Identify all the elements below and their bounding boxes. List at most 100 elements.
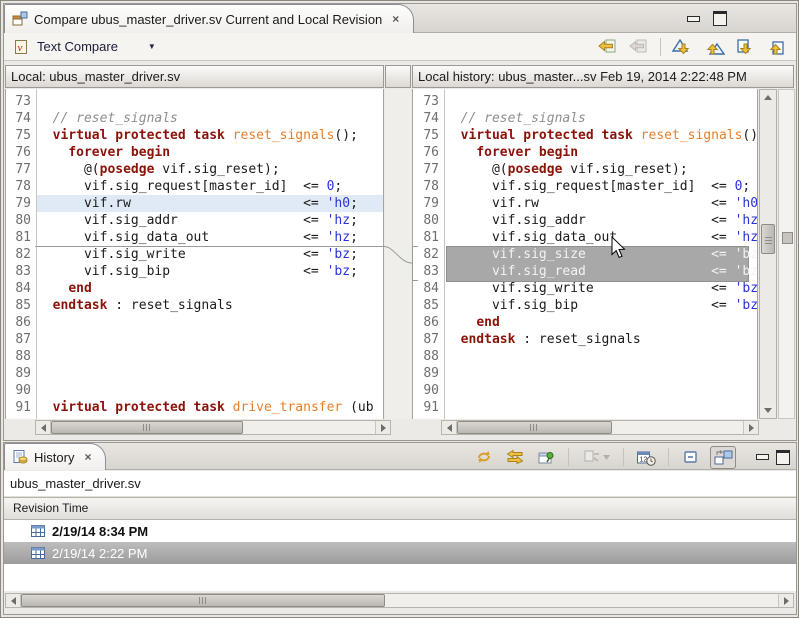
code-line[interactable]: @(posedge vif.sig_reset); [445,161,757,178]
code-area[interactable]: // reset_signals virtual protected task … [37,89,383,419]
code-line[interactable]: vif.sig_data_out <= 'hz; [37,229,383,246]
code-line[interactable] [37,331,383,348]
scrollbar-track[interactable] [51,421,375,434]
scroll-left-button[interactable] [6,594,21,607]
code-line[interactable]: forever begin [445,144,757,161]
vertical-scrollbar-thumb[interactable] [761,224,775,254]
code-line[interactable]: endtask : reset_signals [445,331,757,348]
code-line[interactable] [445,382,757,399]
refresh-icon [475,449,493,465]
refresh-button[interactable] [472,447,496,468]
copy-all-right-to-left-button[interactable] [595,36,619,57]
code-line[interactable]: vif.sig_bip <= 'bz; [37,263,383,280]
collapse-all-button[interactable] [679,447,703,468]
code-line[interactable] [37,93,383,110]
history-revision-row[interactable]: 2/19/14 2:22 PM [4,542,796,564]
left-code-pane[interactable]: 73747576777879808182838485868788899091 /… [5,89,384,419]
code-line[interactable]: vif.sig_addr <= 'hz; [37,212,383,229]
code-line[interactable]: virtual protected task reset_signals(); [445,127,757,144]
thumb-grip [765,235,772,244]
code-token: forever begin [476,145,578,160]
diff-marker[interactable] [782,232,793,244]
code-line[interactable]: vif.sig_request[master_id] <= 0; [37,178,383,195]
code-line[interactable]: vif.sig_write <= 'bz; [445,280,757,297]
code-line[interactable] [37,382,383,399]
horizontal-scrollbar-thumb[interactable] [51,421,243,434]
scroll-left-button[interactable] [36,421,51,434]
gutter-header [385,65,411,88]
maximize-icon[interactable] [713,11,727,26]
link-with-editor-button[interactable] [503,447,527,468]
right-horizontal-scrollbar[interactable] [441,420,759,435]
previous-difference-button[interactable] [702,36,726,57]
code-line[interactable]: vif.sig_request[master_id] <= 0; [445,178,757,195]
left-horizontal-scrollbar[interactable] [35,420,391,435]
scroll-right-button[interactable] [778,594,793,607]
maximize-icon[interactable] [776,450,790,465]
code-line[interactable]: vif.sig_addr <= 'hz; [445,212,757,229]
minimize-icon[interactable] [756,454,769,460]
code-line[interactable] [445,348,757,365]
line-number: 85 [413,297,444,314]
code-line[interactable]: end [37,280,383,297]
history-tab[interactable]: History × [4,443,106,470]
code-line[interactable]: vif.sig_bip <= 'bz; [445,297,757,314]
code-line[interactable]: vif.rw <= 'h0; [445,195,757,212]
group-revisions-button[interactable] [710,446,736,469]
code-line[interactable]: vif.sig_read <= 'bz; [445,263,757,280]
column-header-revision-time[interactable]: Revision Time [4,497,796,520]
code-line[interactable]: virtual protected task reset_signals(); [37,127,383,144]
code-line[interactable] [37,365,383,382]
close-icon[interactable]: × [392,12,399,26]
code-token: vif.sig_addr <= [445,213,735,228]
code-line[interactable] [37,348,383,365]
minimize-icon[interactable] [687,16,700,22]
scroll-right-button[interactable] [375,421,390,434]
vertical-scrollbar[interactable] [759,89,777,419]
scrollbar-track[interactable] [21,594,778,607]
code-line[interactable] [37,314,383,331]
code-line[interactable]: virtual protected task drive_transfer (u… [37,399,383,416]
code-line[interactable]: end [445,314,757,331]
code-line[interactable]: vif.sig_write <= 'bz; [37,246,383,263]
code-token [37,145,68,160]
code-area[interactable]: // reset_signals virtual protected task … [445,89,757,419]
horizontal-scrollbar-thumb[interactable] [457,421,612,434]
code-line[interactable]: vif.rw <= 'h0; [37,195,383,212]
line-number: 80 [413,212,444,229]
close-icon[interactable]: × [84,450,91,464]
next-difference-button[interactable] [671,36,695,57]
scroll-left-button[interactable] [442,421,457,434]
next-change-button[interactable] [733,36,757,57]
overview-ruler[interactable] [778,89,795,419]
code-line[interactable]: endtask : reset_signals [37,297,383,314]
show-time-date-button[interactable]: 12 [634,447,658,468]
code-line[interactable]: vif.sig_data_out <= 'hz; [445,229,757,246]
scrollbar-track[interactable] [457,421,743,434]
horizontal-scrollbar-thumb[interactable] [21,594,385,607]
code-token: drive_transfer [233,400,343,415]
code-token: : reset_signals [515,332,640,347]
scroll-down-button[interactable] [760,403,776,418]
code-token: posedge [508,162,563,177]
viewer-dropdown-icon[interactable]: ▼ [148,42,156,51]
pin-view-button[interactable] [534,447,558,468]
scroll-up-button[interactable] [760,90,776,105]
code-line[interactable] [445,399,757,416]
code-line[interactable]: vif.sig_size <= 'bz; [445,246,757,263]
line-number: 88 [6,348,36,365]
scroll-right-button[interactable] [743,421,758,434]
compare-editor-tab[interactable]: Compare ubus_master_driver.sv Current an… [4,4,414,33]
history-horizontal-scrollbar[interactable] [5,593,794,608]
code-line[interactable]: // reset_signals [445,110,757,127]
code-line[interactable] [445,93,757,110]
code-line[interactable] [445,365,757,382]
history-revision-row[interactable]: 2/19/14 8:34 PM [4,520,796,542]
previous-change-button[interactable] [764,36,788,57]
code-line[interactable]: // reset_signals [37,110,383,127]
svg-text:12: 12 [640,456,648,463]
previous-change-icon [766,38,786,56]
code-line[interactable]: forever begin [37,144,383,161]
code-line[interactable]: @(posedge vif.sig_reset); [37,161,383,178]
right-code-pane[interactable]: 73747576777879808182838485868788899091 /… [412,89,758,419]
